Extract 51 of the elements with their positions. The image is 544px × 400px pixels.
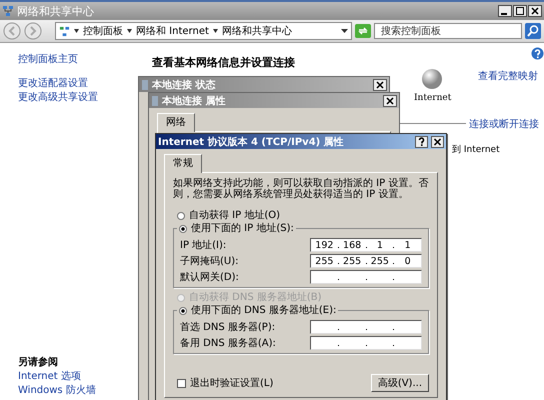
radio-option[interactable]: 自动获得 IP 地址(O) [177, 210, 280, 222]
advanced-button[interactable]: 高级(V)... [370, 374, 429, 392]
intro-text: 如果网络支持此功能，则可以获取自动指派的 IP 设置。否则，您需要从网络系统管理员处获得适当的 IP 设置。 [173, 178, 429, 200]
checkbox[interactable]: 退出时验证设置(L) [177, 376, 274, 390]
see-also-link[interactable]: Internet 选项 [18, 370, 140, 384]
internet-label: Internet [414, 93, 452, 103]
field-label: 子网掩码(U): [180, 255, 238, 268]
see-also-link[interactable]: Windows 防火墙 [18, 384, 140, 398]
caret-icon[interactable] [74, 29, 79, 33]
refresh-icon[interactable] [355, 24, 371, 38]
minimize-icon[interactable] [498, 5, 512, 17]
window-title: 网络和共享中心 [17, 4, 94, 18]
close-icon[interactable] [528, 5, 542, 17]
dialog-title: Internet 协议版本 4 (TCP/IPv4) 属性 [158, 136, 344, 148]
see-also-heading: 另请参阅 [18, 356, 59, 370]
access-text: 到 Internet [452, 144, 500, 156]
tab[interactable]: 网络 [157, 113, 195, 132]
ip-address-field[interactable] [310, 270, 422, 284]
globe-icon [421, 68, 443, 90]
field-label: IP 地址(I): [180, 238, 226, 252]
search-field[interactable]: 搜索控制面板 [374, 23, 522, 39]
help-icon[interactable] [415, 136, 428, 148]
radio-option[interactable]: 使用下面的 DNS 服务器地址(E): [177, 305, 338, 317]
ip-address-field[interactable]: 192 168 1 1 [310, 238, 422, 252]
breadcrumb[interactable]: 网络和 Internet [136, 24, 209, 38]
tab[interactable]: 常规 [164, 154, 202, 173]
breadcrumb[interactable]: 网络和共享中心 [222, 24, 292, 38]
maximize-icon[interactable] [513, 5, 527, 17]
caret-icon[interactable] [212, 29, 218, 33]
field-label: 默认网关(D): [180, 270, 239, 284]
close-icon[interactable] [431, 136, 444, 148]
sidebar-link[interactable]: 更改适配器设置 [18, 77, 140, 91]
ip-address-field[interactable]: 255 255 255 0 [310, 254, 422, 268]
field-label: 首选 DNS 服务器(P): [180, 320, 276, 334]
search-icon[interactable] [525, 23, 541, 39]
field-label: 备用 DNS 服务器(A): [180, 337, 276, 350]
page-heading: 查看基本网络信息并设置连接 [152, 56, 295, 69]
radio-option[interactable]: 使用下面的 IP 地址(S): [177, 223, 296, 235]
dropdown-caret-icon[interactable] [341, 29, 348, 33]
connect-link[interactable]: 连接或断开连接 [469, 117, 539, 131]
sidebar-link[interactable]: 控制面板主页 [18, 53, 140, 67]
caret-icon[interactable] [127, 29, 132, 33]
address-bar[interactable]: 控制面板 网络和 Internet 网络和共享中心 [55, 22, 352, 40]
connector-line [400, 123, 466, 124]
dialog-title: 本地连接 属性 [162, 94, 226, 108]
full-map-link[interactable]: 查看完整映射 [478, 69, 538, 83]
breadcrumb[interactable]: 控制面板 [83, 24, 123, 38]
ip-address-field[interactable] [310, 336, 422, 350]
dialog-title: 本地连接 状态 [152, 78, 216, 92]
sidebar-link[interactable]: 更改高级共享设置 [18, 91, 140, 105]
ip-address-field[interactable] [310, 320, 422, 334]
